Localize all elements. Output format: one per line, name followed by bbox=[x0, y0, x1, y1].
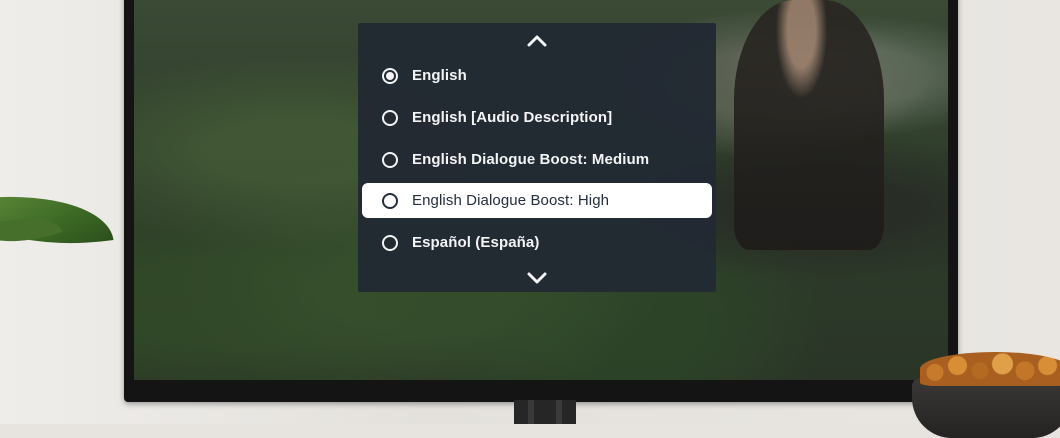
chevron-up-icon[interactable] bbox=[526, 34, 548, 48]
language-option-english-dialogue-boost-medium[interactable]: English Dialogue Boost: Medium bbox=[362, 142, 712, 177]
radio-icon bbox=[382, 109, 398, 126]
snack-food bbox=[920, 352, 1060, 386]
language-option-label: English bbox=[412, 67, 467, 84]
tv-stand bbox=[514, 400, 576, 424]
language-option-english[interactable]: English bbox=[362, 58, 712, 93]
radio-icon bbox=[382, 192, 398, 209]
chevron-down-icon[interactable] bbox=[526, 271, 548, 285]
radio-selected-icon bbox=[382, 67, 398, 84]
radio-icon bbox=[382, 234, 398, 251]
language-option-label: English Dialogue Boost: Medium bbox=[412, 151, 650, 168]
language-option-label: English [Audio Description] bbox=[412, 109, 613, 126]
audio-language-menu: English English [Audio Description] Engl… bbox=[358, 23, 716, 292]
language-option-label: English Dialogue Boost: High bbox=[412, 192, 610, 209]
video-character bbox=[734, 0, 884, 250]
language-option-english-dialogue-boost-high[interactable]: English Dialogue Boost: High bbox=[362, 183, 712, 218]
language-option-english-audio-description[interactable]: English [Audio Description] bbox=[362, 100, 712, 135]
snack-bowl bbox=[912, 378, 1060, 438]
language-option-espanol-espana[interactable]: Español (España) bbox=[362, 225, 712, 260]
radio-icon bbox=[382, 151, 398, 168]
language-option-label: Español (España) bbox=[412, 234, 540, 251]
